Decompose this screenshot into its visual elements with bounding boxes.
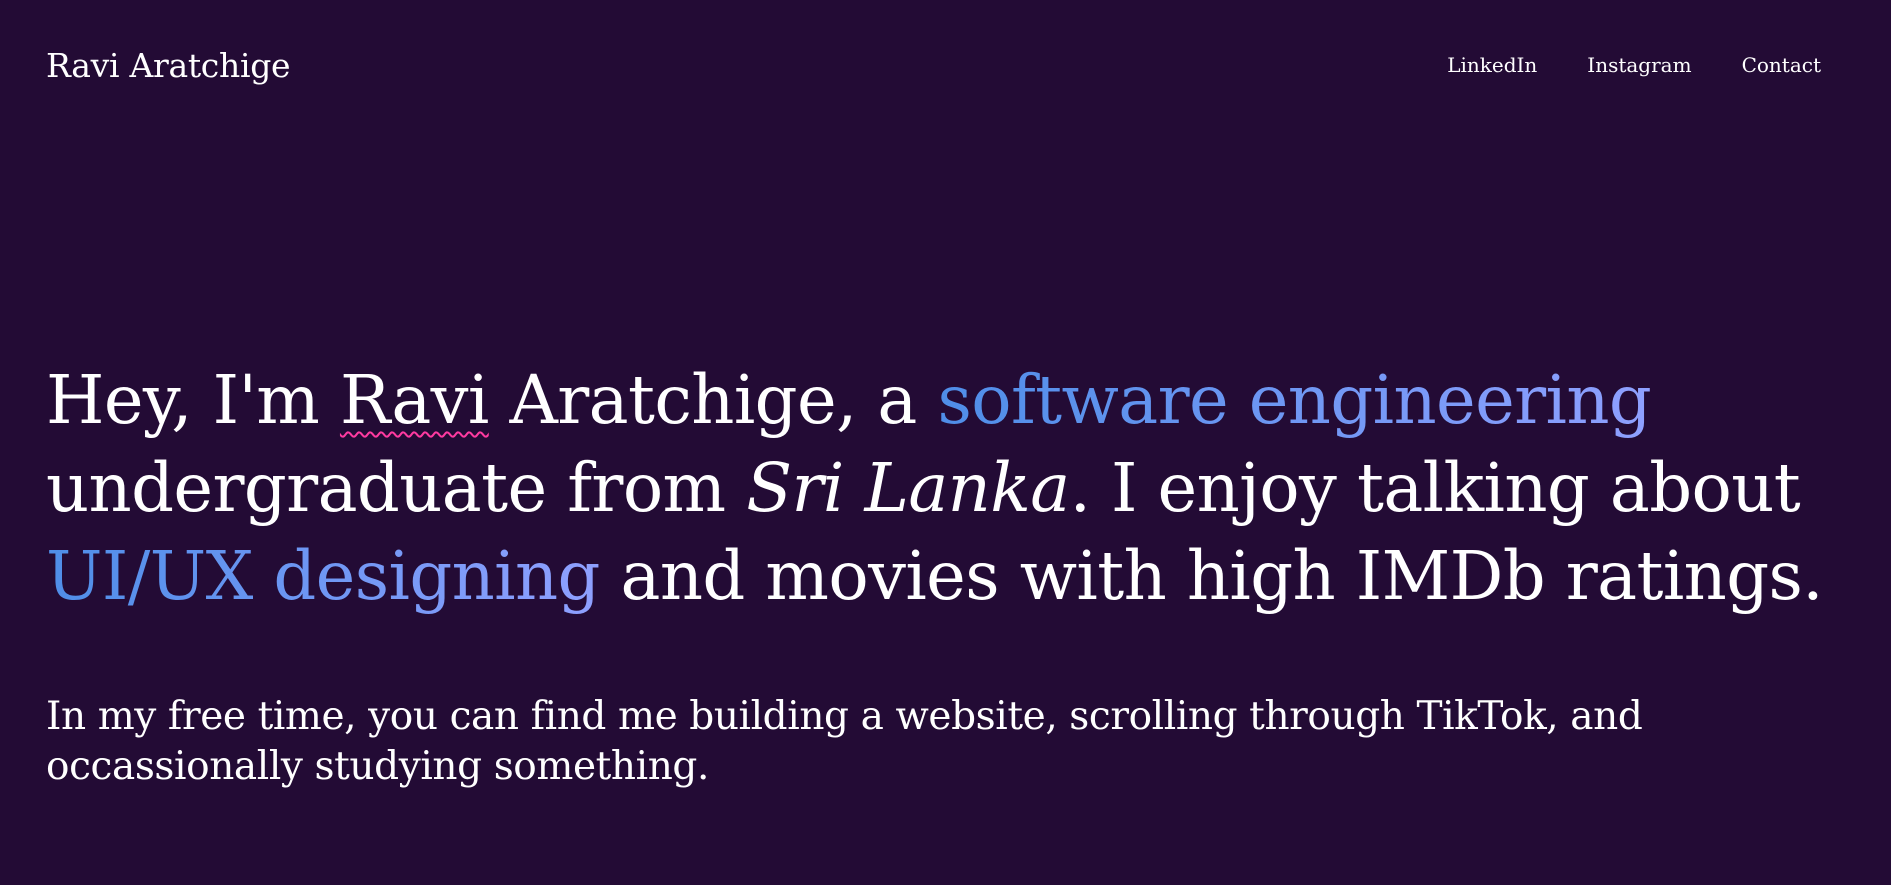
hero-enjoy-text: . I enjoy talking about [1069,449,1801,527]
hero-greeting: Hey, I'm [46,361,340,439]
nav-link-instagram[interactable]: Instagram [1587,53,1691,77]
hero-heading: Hey, I'm Ravi Aratchige, a software engi… [46,356,1846,620]
nav-link-contact[interactable]: Contact [1742,53,1821,77]
hero-origin-prefix: undergraduate from [46,449,747,527]
top-nav: LinkedIn Instagram Contact [1447,53,1821,77]
hero-interest-highlight: UI/UX designing [46,537,600,615]
hero-role-highlight: software engineering [937,361,1652,439]
hero-country: Sri Lanka [746,449,1070,527]
intro-paragraph: In my free time, you can find me buildin… [46,694,1643,789]
hero-last-name-suffix: Aratchige, a [488,361,938,439]
site-logo-link[interactable]: Ravi Aratchige [46,46,291,85]
site-header: Ravi Aratchige LinkedIn Instagram Contac… [46,40,1821,90]
hero-first-name: Ravi [339,361,489,439]
hero-closing: and movies with high IMDb ratings. [599,537,1824,615]
nav-link-linkedin[interactable]: LinkedIn [1447,53,1537,77]
